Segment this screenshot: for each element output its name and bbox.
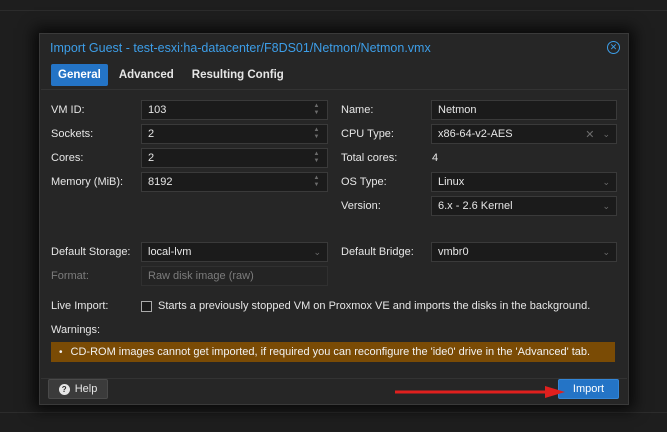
live-import-label: Live Import:: [51, 300, 109, 312]
bridge-select[interactable]: vmbr0 ⌄: [431, 242, 617, 262]
bridge-row: Default Bridge: vmbr0 ⌄: [341, 242, 617, 262]
memory-value: 8192: [148, 176, 173, 188]
os-type-select[interactable]: Linux ⌄: [431, 172, 617, 192]
memory-row: Memory (MiB): 8192 ▲ ▼: [51, 172, 328, 192]
storage-select[interactable]: local-lvm ⌄: [141, 242, 328, 262]
bullet-icon: •: [59, 346, 63, 358]
general-panel: VM ID: 103 ▲ ▼ Sockets: 2 ▲ ▼ Cores: 2 ▲ ▼ …: [41, 89, 627, 379]
chevron-down-icon[interactable]: ⌄: [313, 247, 321, 258]
tab-advanced[interactable]: Advanced: [112, 64, 181, 86]
cores-value: 2: [148, 152, 155, 164]
background-divider: [0, 10, 667, 11]
vm-id-field[interactable]: 103 ▲ ▼: [141, 100, 328, 120]
help-label: Help: [74, 383, 98, 395]
os-type-value: Linux: [438, 176, 465, 188]
chevron-down-icon[interactable]: ⌄: [602, 129, 610, 140]
version-label: Version:: [341, 200, 381, 212]
cores-field[interactable]: 2 ▲ ▼: [141, 148, 328, 168]
version-select[interactable]: 6.x - 2.6 Kernel ⌄: [431, 196, 617, 216]
total-cores-label: Total cores:: [341, 152, 398, 164]
sockets-field[interactable]: 2 ▲ ▼: [141, 124, 328, 144]
tab-bar: General Advanced Resulting Config: [40, 61, 628, 89]
warning-text: CD-ROM images cannot get imported, if re…: [70, 346, 591, 358]
cpu-type-row: CPU Type: x86-64-v2-AES ✕ ⌄: [341, 124, 617, 144]
format-select: Raw disk image (raw): [141, 266, 328, 286]
storage-row: Default Storage: local-lvm ⌄: [51, 242, 328, 262]
sockets-value: 2: [148, 128, 155, 140]
cpu-type-select[interactable]: x86-64-v2-AES ✕ ⌄: [431, 124, 617, 144]
chevron-down-icon[interactable]: ⌄: [602, 177, 610, 188]
bridge-value: vmbr0: [438, 246, 469, 258]
name-row: Name: Netmon: [341, 100, 617, 120]
chevron-down-icon[interactable]: ⌄: [602, 247, 610, 258]
import-guest-dialog: Import Guest - test-esxi:ha-datacenter/F…: [39, 33, 629, 405]
import-label: Import: [572, 383, 605, 395]
annotation-arrow-icon: [395, 386, 565, 398]
os-type-label: OS Type:: [341, 176, 387, 188]
name-field[interactable]: Netmon: [431, 100, 617, 120]
version-row: Version: 6.x - 2.6 Kernel ⌄: [341, 196, 617, 216]
live-import-row: Live Import: Starts a previously stopped…: [51, 296, 590, 316]
sockets-row: Sockets: 2 ▲ ▼: [51, 124, 328, 144]
version-value: 6.x - 2.6 Kernel: [438, 200, 513, 212]
import-button[interactable]: Import: [558, 379, 619, 399]
name-value: Netmon: [438, 104, 477, 116]
storage-label: Default Storage:: [51, 246, 131, 258]
sockets-label: Sockets:: [51, 128, 94, 140]
spinner-icon[interactable]: ▲ ▼: [312, 127, 321, 141]
vm-id-label: VM ID:: [51, 104, 85, 116]
cpu-type-value: x86-64-v2-AES: [438, 128, 513, 140]
os-type-row: OS Type: Linux ⌄: [341, 172, 617, 192]
storage-value: local-lvm: [148, 246, 192, 258]
dialog-titlebar: Import Guest - test-esxi:ha-datacenter/F…: [40, 34, 628, 61]
background-divider: [0, 412, 667, 413]
tab-resulting-config[interactable]: Resulting Config: [185, 64, 291, 86]
vm-id-row: VM ID: 103 ▲ ▼: [51, 100, 328, 120]
warnings-label-row: Warnings:: [51, 320, 141, 340]
warning-banner: • CD-ROM images cannot get imported, if …: [51, 342, 615, 362]
name-label: Name:: [341, 104, 374, 116]
spinner-icon[interactable]: ▲ ▼: [312, 175, 321, 189]
cores-label: Cores:: [51, 152, 84, 164]
close-icon[interactable]: ✕: [607, 41, 620, 54]
cpu-type-label: CPU Type:: [341, 128, 394, 140]
spinner-icon[interactable]: ▲ ▼: [312, 103, 321, 117]
total-cores-value: 4: [432, 152, 439, 164]
help-button[interactable]: ? Help: [48, 379, 108, 399]
clear-icon[interactable]: ✕: [585, 128, 594, 141]
tab-general[interactable]: General: [51, 64, 108, 86]
cores-row: Cores: 2 ▲ ▼: [51, 148, 328, 168]
dialog-title: Import Guest - test-esxi:ha-datacenter/F…: [50, 40, 431, 55]
total-cores-row: Total cores: 4: [341, 148, 438, 168]
format-row: Format: Raw disk image (raw): [51, 266, 328, 286]
help-icon: ?: [58, 383, 70, 395]
vm-id-value: 103: [148, 104, 167, 116]
bridge-label: Default Bridge:: [341, 246, 414, 258]
format-label: Format:: [51, 270, 89, 282]
format-value: Raw disk image (raw): [148, 270, 254, 282]
live-import-checkbox[interactable]: [141, 300, 152, 312]
warnings-label: Warnings:: [51, 324, 101, 336]
spinner-icon[interactable]: ▲ ▼: [312, 151, 321, 165]
memory-field[interactable]: 8192 ▲ ▼: [141, 172, 328, 192]
chevron-down-icon[interactable]: ⌄: [602, 201, 610, 212]
live-import-description: Starts a previously stopped VM on Proxmo…: [158, 300, 591, 312]
memory-label: Memory (MiB):: [51, 176, 124, 188]
